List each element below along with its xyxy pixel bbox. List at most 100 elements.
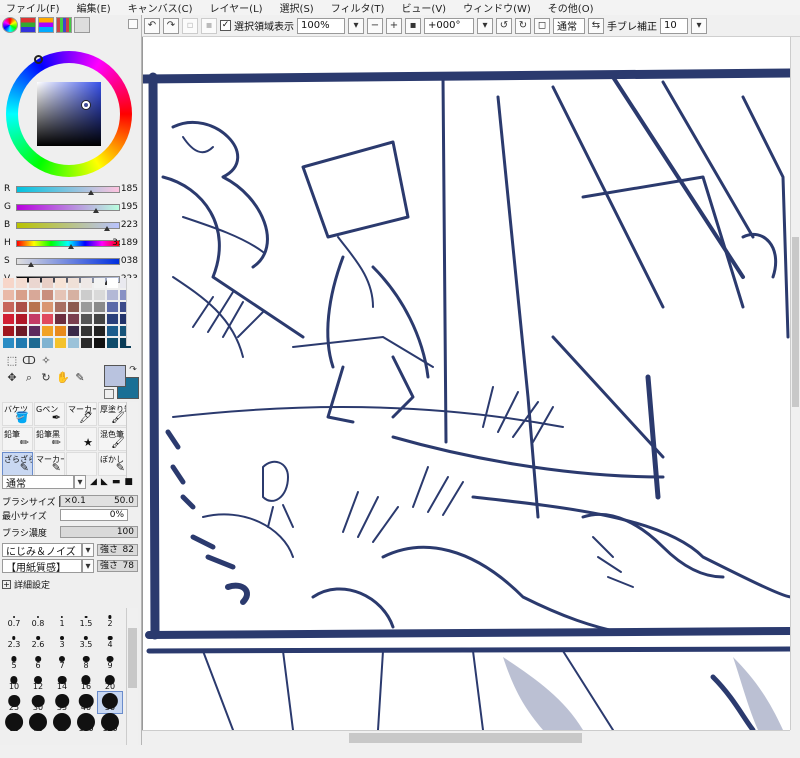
size-preset[interactable]: 1.5 xyxy=(74,608,98,629)
texture2-dropdown-icon[interactable]: ▾ xyxy=(82,559,94,573)
color-swatch[interactable] xyxy=(107,302,118,312)
move-icon[interactable]: ✥ xyxy=(5,371,19,385)
color-swatch[interactable] xyxy=(68,302,79,312)
eyedropper-icon[interactable]: ✎ xyxy=(73,371,87,385)
rotate-icon[interactable]: ↻ xyxy=(39,371,53,385)
canvas[interactable] xyxy=(142,37,790,730)
r-slider-knob[interactable] xyxy=(88,190,95,195)
color-swatch[interactable] xyxy=(55,302,66,312)
size-preset[interactable]: 80 xyxy=(50,713,74,734)
color-swatch[interactable] xyxy=(42,326,53,336)
color-swatch[interactable] xyxy=(94,278,105,288)
brush-slot[interactable]: 混色筆 🖌 xyxy=(98,427,129,451)
color-wheel[interactable] xyxy=(6,51,132,177)
color-swatch[interactable] xyxy=(3,290,14,300)
color-swatch[interactable] xyxy=(16,314,27,324)
brush-slot[interactable]: ★ xyxy=(66,427,97,451)
size-preset[interactable]: 3.5 xyxy=(74,629,98,650)
color-swatch[interactable] xyxy=(55,278,66,288)
rotation-field[interactable]: +000° xyxy=(424,17,474,34)
hsv-slider-tab[interactable] xyxy=(38,17,54,33)
transparent-color-icon[interactable] xyxy=(104,389,114,399)
menu-item-3[interactable]: レイヤー(L) xyxy=(209,0,262,15)
size-scrollbar[interactable] xyxy=(126,608,138,745)
size-preset[interactable]: 30 xyxy=(26,692,50,713)
rotate-reset-button[interactable]: ◻ xyxy=(534,17,550,34)
stabilizer-field[interactable]: 10 xyxy=(660,17,688,34)
texture1-select[interactable]: にじみ＆ノイズ xyxy=(2,543,82,558)
color-swatch[interactable] xyxy=(29,302,40,312)
brush-slot[interactable] xyxy=(66,452,97,476)
flip-view-button[interactable]: ⇆ xyxy=(588,17,604,34)
rotate-right-button[interactable]: ↻ xyxy=(515,17,531,34)
color-swatch[interactable] xyxy=(94,290,105,300)
deselect-button[interactable]: ▫ xyxy=(182,17,198,34)
size-preset[interactable]: 100 xyxy=(74,713,98,734)
color-swatch[interactable] xyxy=(29,278,40,288)
zoom-reset-button[interactable]: ▪ xyxy=(405,17,421,34)
size-preset[interactable]: 2.3 xyxy=(2,629,26,650)
color-wheel-tab[interactable] xyxy=(2,17,18,33)
primary-color-swatch[interactable] xyxy=(104,365,126,387)
menu-item-1[interactable]: 編集(E) xyxy=(77,0,111,15)
lasso-icon[interactable]: ↀ xyxy=(22,354,36,368)
size-preset[interactable]: 0.7 xyxy=(2,608,26,629)
zoom-icon[interactable]: ⌕ xyxy=(22,371,36,385)
brush-shape-round-icon[interactable]: ◢ xyxy=(90,477,97,487)
color-swatch[interactable] xyxy=(55,314,66,324)
brush-slot[interactable]: 厚塗り筆 🖌 xyxy=(98,402,129,426)
color-swatch[interactable] xyxy=(107,326,118,336)
color-swatch[interactable] xyxy=(42,314,53,324)
color-swatch[interactable] xyxy=(42,338,53,348)
color-swatch[interactable] xyxy=(81,302,92,312)
size-preset[interactable]: 5 xyxy=(2,650,26,671)
color-swatch[interactable] xyxy=(55,326,66,336)
size-preset[interactable]: 10 xyxy=(2,671,26,692)
color-swatch[interactable] xyxy=(107,338,118,348)
color-swatch[interactable] xyxy=(68,314,79,324)
color-swatch[interactable] xyxy=(94,326,105,336)
menu-item-6[interactable]: ビュー(V) xyxy=(401,0,446,15)
brush-scrollbar[interactable] xyxy=(126,402,138,482)
color-swatch[interactable] xyxy=(68,290,79,300)
swatch-tab[interactable] xyxy=(56,17,72,33)
swap-colors-icon[interactable]: ↷ xyxy=(127,363,139,375)
size-scrollbar-thumb[interactable] xyxy=(128,628,137,688)
brush-slot[interactable]: マーカー ✎ xyxy=(34,452,65,476)
canvas-horizontal-scrollbar[interactable] xyxy=(142,730,790,745)
size-preset[interactable]: 70 xyxy=(26,713,50,734)
color-swatch[interactable] xyxy=(81,314,92,324)
color-swatch[interactable] xyxy=(16,338,27,348)
color-swatch[interactable] xyxy=(94,302,105,312)
color-swatch[interactable] xyxy=(16,302,27,312)
min-size-slider[interactable]: 0% xyxy=(60,509,128,521)
size-preset[interactable]: 12 xyxy=(26,671,50,692)
size-preset[interactable]: 6 xyxy=(26,650,50,671)
g-slider[interactable] xyxy=(16,203,120,211)
size-preset[interactable]: 3 xyxy=(50,629,74,650)
size-preset[interactable]: 120 xyxy=(98,713,122,734)
canvas-vertical-scrollbar-thumb[interactable] xyxy=(792,237,799,407)
menu-item-4[interactable]: 選択(S) xyxy=(280,0,314,15)
size-preset[interactable]: 16 xyxy=(74,671,98,692)
brush-shape-square-icon[interactable]: ■ xyxy=(124,477,133,487)
brush-slot[interactable]: マーカー 🖊 xyxy=(66,402,97,426)
canvas-horizontal-scrollbar-thumb[interactable] xyxy=(349,733,582,743)
brush-slot[interactable]: ぼかし ✎ xyxy=(98,452,129,476)
hue-marker-icon[interactable] xyxy=(34,55,43,64)
brush-slot[interactable]: ざらざら ✎ xyxy=(2,452,33,476)
brush-shape-soft-icon[interactable]: ◣ xyxy=(101,477,108,487)
color-swatch[interactable] xyxy=(3,338,14,348)
s-slider-knob[interactable] xyxy=(28,262,35,267)
blend-mode-dropdown-icon[interactable]: ▾ xyxy=(74,475,86,489)
zoom-in-button[interactable]: + xyxy=(386,17,402,34)
color-swatch[interactable] xyxy=(3,326,14,336)
size-preset[interactable]: 0.8 xyxy=(26,608,50,629)
brush-slot[interactable]: 鉛筆黒 ✏ xyxy=(34,427,65,451)
show-selection-checkbox[interactable]: ✓ xyxy=(220,20,231,31)
stabilizer-dropdown-icon[interactable]: ▾ xyxy=(691,17,707,34)
color-swatch[interactable] xyxy=(94,314,105,324)
color-swatch[interactable] xyxy=(68,278,79,288)
menu-item-0[interactable]: ファイル(F) xyxy=(6,0,60,15)
texture1-strength-slider[interactable]: 強さ 82 xyxy=(97,544,138,556)
